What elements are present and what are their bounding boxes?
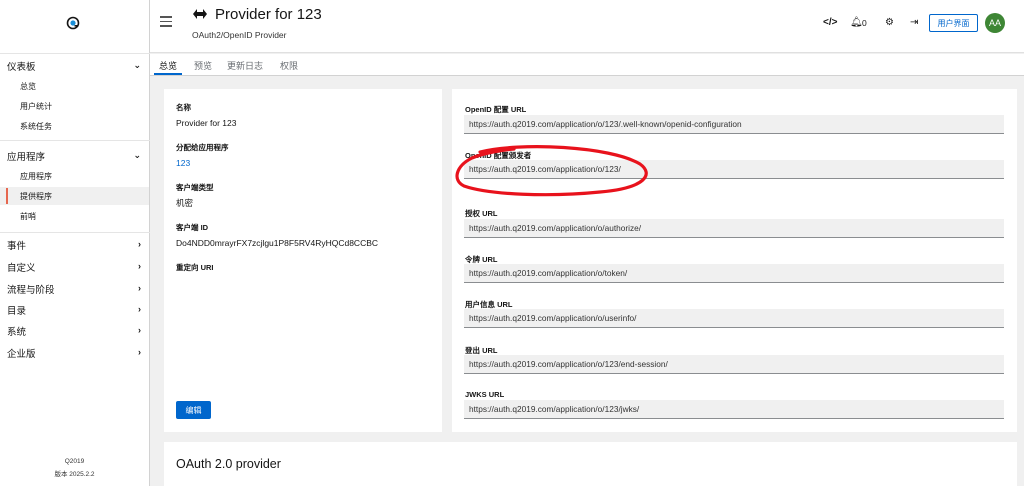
authorize-url-field[interactable]: https://auth.q2019.com/application/o/aut…	[464, 219, 1004, 238]
sidebar: 仪表板 ⌄ 总览 用户统计 系统任务 应用程序 ⌄ 应用程序 提供程序 前哨 事…	[0, 0, 150, 486]
active-tab-indicator	[154, 73, 182, 75]
details-card	[164, 89, 442, 432]
assigned-app-label: 分配给应用程序	[176, 143, 229, 152]
nav-group-events[interactable]: 事件 ›	[0, 235, 149, 255]
nav-group-customization[interactable]: 自定义 ›	[0, 257, 149, 277]
avatar[interactable]: AA	[985, 13, 1005, 33]
divider	[0, 53, 150, 54]
nav-group-enterprise[interactable]: 企业版 ›	[0, 343, 149, 363]
tab-bar: 总览 预览 更新日志 权限	[150, 54, 1024, 76]
jwks-url-field[interactable]: https://auth.q2019.com/application/o/123…	[464, 400, 1004, 419]
sidebar-item-user-stats[interactable]: 用户统计	[0, 97, 149, 115]
nav-group-label: 系统	[7, 327, 27, 338]
chevron-right-icon: ›	[138, 283, 141, 293]
gear-icon[interactable]: ⚙	[885, 17, 894, 28]
logo-icon[interactable]	[66, 16, 80, 30]
provider-icon	[193, 9, 207, 19]
divider	[0, 140, 150, 141]
oauth-card	[164, 442, 1017, 486]
page-header: Provider for 123 OAuth2/OpenID Provider …	[150, 0, 1024, 53]
sidebar-item-overview[interactable]: 总览	[0, 77, 149, 95]
name-value: Provider for 123	[176, 118, 237, 128]
chevron-right-icon: ›	[138, 261, 141, 271]
nav-group-label: 自定义	[7, 263, 36, 274]
authorize-url-label: 授权 URL	[465, 209, 498, 218]
code-icon[interactable]: </>	[823, 17, 837, 28]
page-subtitle: OAuth2/OpenID Provider	[192, 30, 287, 40]
sidebar-item-outposts[interactable]: 前哨	[0, 207, 149, 225]
notification-count: 0	[862, 18, 867, 28]
tab-changelog[interactable]: 更新日志	[227, 59, 263, 72]
client-type-value: 机密	[176, 198, 194, 208]
chevron-right-icon: ›	[138, 325, 141, 335]
assigned-app-link[interactable]: 123	[176, 158, 190, 168]
client-type-label: 客户端类型	[176, 183, 214, 192]
tab-overview[interactable]: 总览	[159, 59, 177, 72]
nav-group-applications[interactable]: 应用程序 ⌄	[0, 146, 149, 166]
footer-version: 版本 2025.2.2	[54, 471, 95, 478]
menu-icon[interactable]	[160, 16, 172, 28]
footer-brand: Q2019	[64, 458, 85, 465]
logout-icon[interactable]: ⇥	[910, 17, 918, 28]
page-title: Provider for 123	[215, 6, 322, 23]
chevron-down-icon: ⌄	[133, 60, 141, 70]
nav-group-dashboard[interactable]: 仪表板 ⌄	[0, 56, 149, 76]
sidebar-item-providers[interactable]: 提供程序	[0, 187, 149, 205]
sidebar-item-system-tasks[interactable]: 系统任务	[0, 117, 149, 135]
client-id-value: Do4NDD0mrayrFX7zcjlgu1P8F5RV4RyHQCd8CCBC	[176, 238, 379, 248]
nav-group-label: 企业版	[7, 349, 36, 360]
jwks-url-label: JWKS URL	[465, 390, 505, 399]
nav-group-label: 流程与阶段	[7, 285, 55, 296]
nav-group-directory[interactable]: 目录 ›	[0, 300, 149, 320]
redirect-uri-label: 重定向 URI	[176, 263, 214, 272]
tab-permissions[interactable]: 权限	[280, 59, 298, 72]
edit-button[interactable]: 编辑	[176, 401, 211, 419]
client-id-label: 客户端 ID	[176, 223, 209, 232]
chevron-right-icon: ›	[138, 239, 141, 249]
chevron-down-icon: ⌄	[133, 150, 141, 160]
nav-group-label: 仪表板	[7, 62, 36, 73]
openid-config-url-label: OpenID 配置 URL	[465, 105, 527, 114]
user-interface-button[interactable]: 用户界面	[929, 14, 978, 32]
annotation-circle	[455, 145, 648, 197]
chevron-right-icon: ›	[138, 304, 141, 314]
nav-group-system[interactable]: 系统 ›	[0, 321, 149, 341]
nav-group-label: 目录	[7, 306, 27, 317]
bell-icon[interactable]: 🔔︎	[850, 17, 863, 28]
nav-group-label: 事件	[7, 241, 27, 252]
divider	[0, 232, 150, 233]
userinfo-url-field[interactable]: https://auth.q2019.com/application/o/use…	[464, 309, 1004, 328]
nav-group-label: 应用程序	[7, 152, 46, 163]
chevron-right-icon: ›	[138, 347, 141, 357]
openid-config-url-field[interactable]: https://auth.q2019.com/application/o/123…	[464, 115, 1004, 134]
name-label: 名称	[176, 103, 191, 112]
token-url-field[interactable]: https://auth.q2019.com/application/o/tok…	[464, 264, 1004, 283]
nav-group-flows-stages[interactable]: 流程与阶段 ›	[0, 279, 149, 299]
sidebar-item-applications[interactable]: 应用程序	[0, 167, 149, 185]
oauth-card-title: OAuth 2.0 provider	[176, 457, 281, 471]
tab-preview[interactable]: 预览	[194, 59, 212, 72]
logout-url-field[interactable]: https://auth.q2019.com/application/o/123…	[464, 355, 1004, 374]
